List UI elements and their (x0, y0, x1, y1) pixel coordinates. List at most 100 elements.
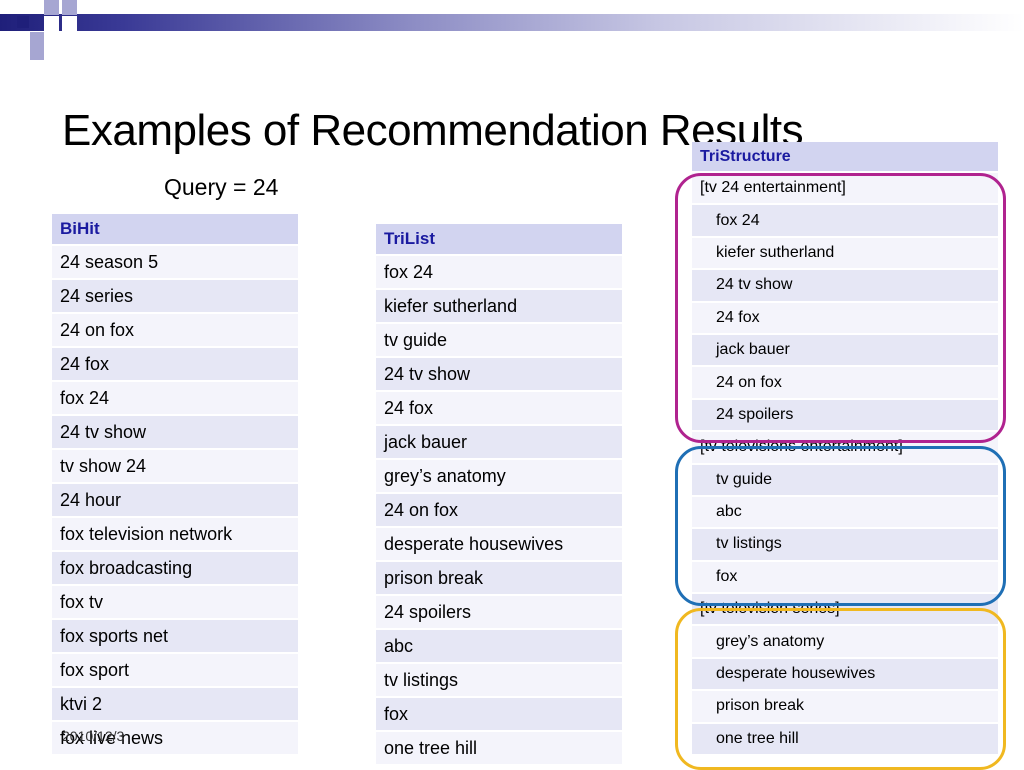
table-row: 24 tv show (52, 416, 298, 448)
deco-square (44, 16, 59, 31)
bihit-item: fox television network (52, 518, 298, 550)
trilist-item: 24 tv show (376, 358, 622, 390)
table-row: 24 on fox (692, 367, 998, 398)
deco-square (44, 0, 59, 15)
bihit-item: ktvi 2 (52, 688, 298, 720)
table-row: fox broadcasting (52, 552, 298, 584)
table-row: abc (376, 630, 622, 662)
query-label: Query = 24 (164, 174, 279, 200)
table-row: [tv 24 entertainment] (692, 173, 998, 204)
tristructure-item: 24 fox (692, 302, 998, 333)
deco-square (30, 32, 44, 46)
table-row: jack bauer (692, 334, 998, 366)
table-row: prison break (692, 691, 998, 722)
tristructure-group-label: [tv television series] (692, 594, 998, 625)
table-row: grey’s anatomy (692, 626, 998, 657)
table-row: 24 tv show (376, 358, 622, 390)
trilist-item: fox (376, 698, 622, 730)
tristructure-item: 24 spoilers (692, 399, 998, 431)
table-row: 24 on fox (376, 494, 622, 526)
tristructure-table: TriStructure [tv 24 entertainment] fox 24… (692, 140, 998, 756)
table-row: abc (692, 496, 998, 528)
table-row: [tv television series] (692, 594, 998, 625)
trilist-item: tv listings (376, 664, 622, 696)
bihit-header: BiHit (52, 214, 298, 244)
table-row: 24 on fox (52, 314, 298, 346)
table-row: [tv televisions entertainment] (692, 432, 998, 463)
table-row: desperate housewives (376, 528, 622, 560)
table-row: prison break (376, 562, 622, 594)
tristructure-header: TriStructure (692, 142, 998, 171)
bihit-item: 24 fox (52, 348, 298, 380)
bihit-item: fox sports net (52, 620, 298, 652)
trilist-item: 24 fox (376, 392, 622, 424)
bihit-item: fox sport (52, 654, 298, 686)
tristructure-item: 24 tv show (692, 270, 998, 301)
table-row: grey’s anatomy (376, 460, 622, 492)
trilist-item: kiefer sutherland (376, 290, 622, 322)
tristructure-item: prison break (692, 691, 998, 722)
table-row: fox (692, 561, 998, 593)
table-row: fox sports net (52, 620, 298, 652)
table-row: kiefer sutherland (376, 290, 622, 322)
table-row: jack bauer (376, 426, 622, 458)
table-row: 24 season 5 (52, 246, 298, 278)
trilist-item: prison break (376, 562, 622, 594)
tristructure-item: kiefer sutherland (692, 237, 998, 269)
bihit-item: fox broadcasting (52, 552, 298, 584)
tristructure-item: fox (692, 561, 998, 593)
bihit-item: 24 hour (52, 484, 298, 516)
tristructure-item: fox 24 (692, 205, 998, 236)
bihit-item: 24 series (52, 280, 298, 312)
tristructure-group-label: [tv 24 entertainment] (692, 173, 998, 204)
trilist-header: TriList (376, 224, 622, 254)
bihit-item: 24 tv show (52, 416, 298, 448)
table-row: 24 series (52, 280, 298, 312)
table-row: tv guide (692, 464, 998, 495)
trilist-item: tv guide (376, 324, 622, 356)
table-row: fox 24 (692, 205, 998, 236)
trilist-item: one tree hill (376, 732, 622, 764)
trilist-table: TriList fox 24 kiefer sutherland tv guide 2… (376, 222, 622, 766)
bihit-item: tv show 24 (52, 450, 298, 482)
table-row: tv show 24 (52, 450, 298, 482)
trilist-item: 24 on fox (376, 494, 622, 526)
tristructure-group-label: [tv televisions entertainment] (692, 432, 998, 463)
table-row: fox (376, 698, 622, 730)
table-row: kiefer sutherland (692, 237, 998, 269)
table-row: 24 hour (52, 484, 298, 516)
table-row: tv listings (692, 529, 998, 560)
trilist-item: fox 24 (376, 256, 622, 288)
bihit-item: fox 24 (52, 382, 298, 414)
trilist-item: grey’s anatomy (376, 460, 622, 492)
tristructure-item: abc (692, 496, 998, 528)
deco-square (17, 16, 29, 28)
table-row: 24 spoilers (692, 399, 998, 431)
table-row: fox television network (52, 518, 298, 550)
tristructure-item: desperate housewives (692, 658, 998, 690)
bihit-item: 24 season 5 (52, 246, 298, 278)
table-row: tv listings (376, 664, 622, 696)
table-row: ktvi 2 (52, 688, 298, 720)
deco-square (30, 46, 44, 60)
table-row: fox 24 (52, 382, 298, 414)
trilist-item: desperate housewives (376, 528, 622, 560)
trilist-item: jack bauer (376, 426, 622, 458)
table-row: fox 24 (376, 256, 622, 288)
table-row: 24 fox (52, 348, 298, 380)
tristructure-item: one tree hill (692, 723, 998, 755)
table-row: tv guide (376, 324, 622, 356)
tristructure-item: jack bauer (692, 334, 998, 366)
table-row: one tree hill (692, 723, 998, 755)
tristructure-item: tv listings (692, 529, 998, 560)
table-row: 24 tv show (692, 270, 998, 301)
tristructure-item: grey’s anatomy (692, 626, 998, 657)
header-gradient-bar (0, 14, 1024, 31)
table-row: desperate housewives (692, 658, 998, 690)
bihit-item: 24 on fox (52, 314, 298, 346)
deco-square (62, 0, 77, 15)
trilist-item: abc (376, 630, 622, 662)
bihit-table: BiHit 24 season 5 24 series 24 on fox 24 fo… (52, 212, 298, 756)
slide-date: 2010/12/3 (62, 728, 125, 744)
tristructure-item: 24 on fox (692, 367, 998, 398)
